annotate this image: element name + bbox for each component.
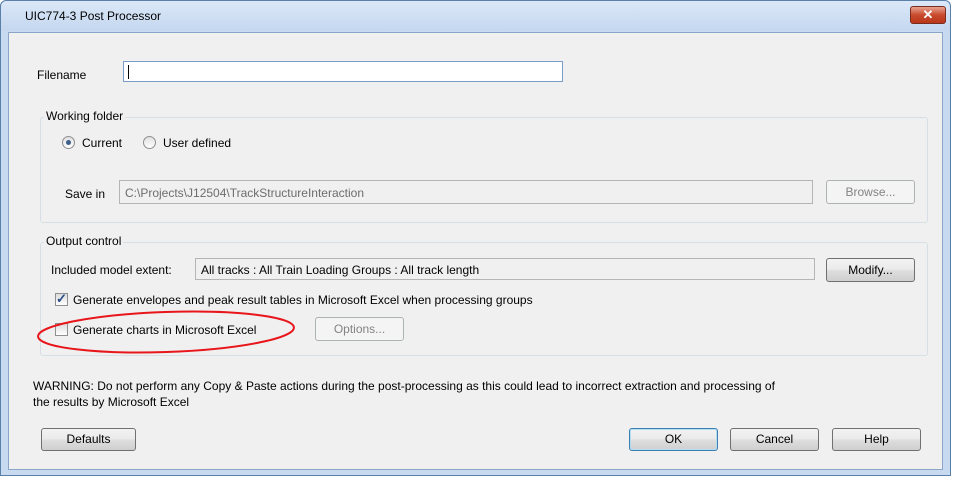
highlight-annotation: [37, 310, 295, 354]
highlight-ellipse: [37, 310, 295, 354]
